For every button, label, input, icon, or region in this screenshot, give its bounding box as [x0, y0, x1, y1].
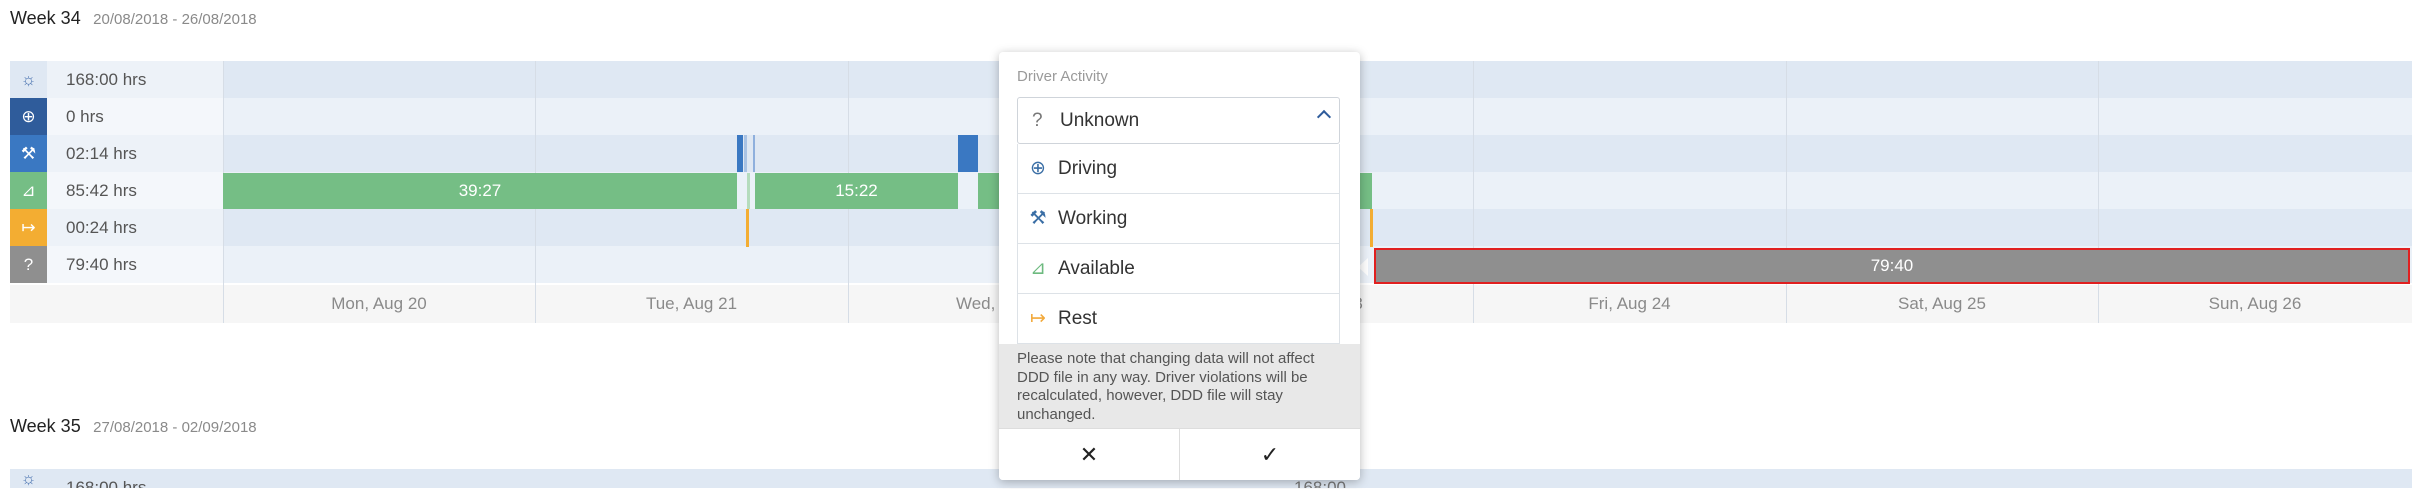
confirm-button[interactable]: ✓ — [1180, 428, 1360, 480]
steering-wheel-icon: ⊕ — [1030, 158, 1046, 179]
total-available: 85:42 hrs — [66, 181, 137, 200]
available-icon: ⊿ — [1030, 258, 1046, 279]
selected-value: Unknown — [1060, 110, 1140, 131]
week-header: Week 34 20/08/2018 - 26/08/2018 — [10, 8, 257, 29]
option-rest[interactable]: ↦ Rest — [1017, 294, 1340, 344]
day-label: Sat, Aug 25 — [1898, 294, 1986, 313]
available-bar[interactable] — [978, 173, 1000, 209]
question-icon: ? — [1032, 110, 1043, 131]
dialog-label: Driver Activity — [1017, 68, 1108, 85]
available-bar[interactable]: 39:27 — [223, 173, 737, 209]
total-all: 168:00 hrs — [66, 478, 147, 488]
working-bar[interactable] — [737, 135, 743, 172]
option-working[interactable]: ⚒ Working — [1017, 194, 1340, 244]
hammers-icon: ⚒ — [10, 135, 47, 172]
working-bar[interactable] — [744, 135, 747, 172]
total-driving: 0 hrs — [66, 107, 104, 126]
available-bar[interactable]: 15:22 — [755, 173, 958, 209]
available-bar[interactable] — [1360, 173, 1372, 209]
sun-icon: ☼ — [10, 469, 47, 488]
check-icon: ✓ — [1260, 442, 1280, 467]
activity-select[interactable]: ? Unknown — [1017, 97, 1340, 144]
bar-label: 15:22 — [835, 181, 878, 200]
day-label: Sun, Aug 26 — [2208, 294, 2302, 313]
cancel-button[interactable]: ✕ — [999, 428, 1180, 480]
working-bar[interactable] — [753, 135, 755, 172]
total-unknown: 79:40 hrs — [66, 255, 137, 274]
rest-icon: ↦ — [1030, 308, 1046, 329]
total-working: 02:14 hrs — [66, 144, 137, 163]
bar-label: 39:27 — [458, 181, 502, 200]
week-range: 20/08/2018 - 26/08/2018 — [93, 11, 257, 28]
rest-icon: ↦ — [10, 209, 47, 246]
hammers-icon: ⚒ — [1029, 208, 1047, 229]
total-rest: 00:24 hrs — [66, 218, 137, 237]
option-label: Driving — [1058, 157, 1118, 179]
day-label: Tue, Aug 21 — [645, 294, 738, 313]
rest-bar[interactable] — [1370, 209, 1373, 247]
week-title: Week 34 — [10, 8, 81, 28]
option-label: Available — [1058, 257, 1135, 279]
day-label: Fri, Aug 24 — [1588, 294, 1671, 313]
sun-icon: ☼ — [10, 61, 47, 98]
option-available[interactable]: ⊿ Available — [1017, 244, 1340, 294]
option-label: Working — [1058, 207, 1128, 229]
day-label: Mon, Aug 20 — [331, 294, 427, 313]
close-icon: ✕ — [1079, 442, 1099, 467]
week-header: Week 35 27/08/2018 - 02/09/2018 — [10, 416, 257, 437]
chevron-up-icon[interactable] — [1316, 109, 1332, 125]
driver-activity-dialog: Driver Activity ? Unknown ⊕ Driving ⚒ Wo… — [999, 52, 1360, 480]
unknown-icon: ? — [10, 246, 47, 283]
steering-wheel-icon: ⊕ — [10, 98, 47, 135]
warning-note: Please note that changing data will not … — [999, 344, 1360, 428]
option-label: Rest — [1058, 307, 1098, 329]
working-bar[interactable] — [958, 135, 978, 172]
rest-bar[interactable] — [746, 209, 749, 247]
total-all: 168:00 hrs — [66, 70, 147, 89]
available-bar[interactable] — [747, 173, 750, 209]
unknown-bar-selected[interactable]: 79:40 — [1374, 248, 2410, 284]
week-title: Week 35 — [10, 416, 81, 436]
bar-label: 79:40 — [1870, 256, 1914, 275]
option-driving[interactable]: ⊕ Driving — [1017, 144, 1340, 194]
available-icon: ⊿ — [10, 172, 47, 209]
week-range: 27/08/2018 - 02/09/2018 — [93, 419, 257, 436]
